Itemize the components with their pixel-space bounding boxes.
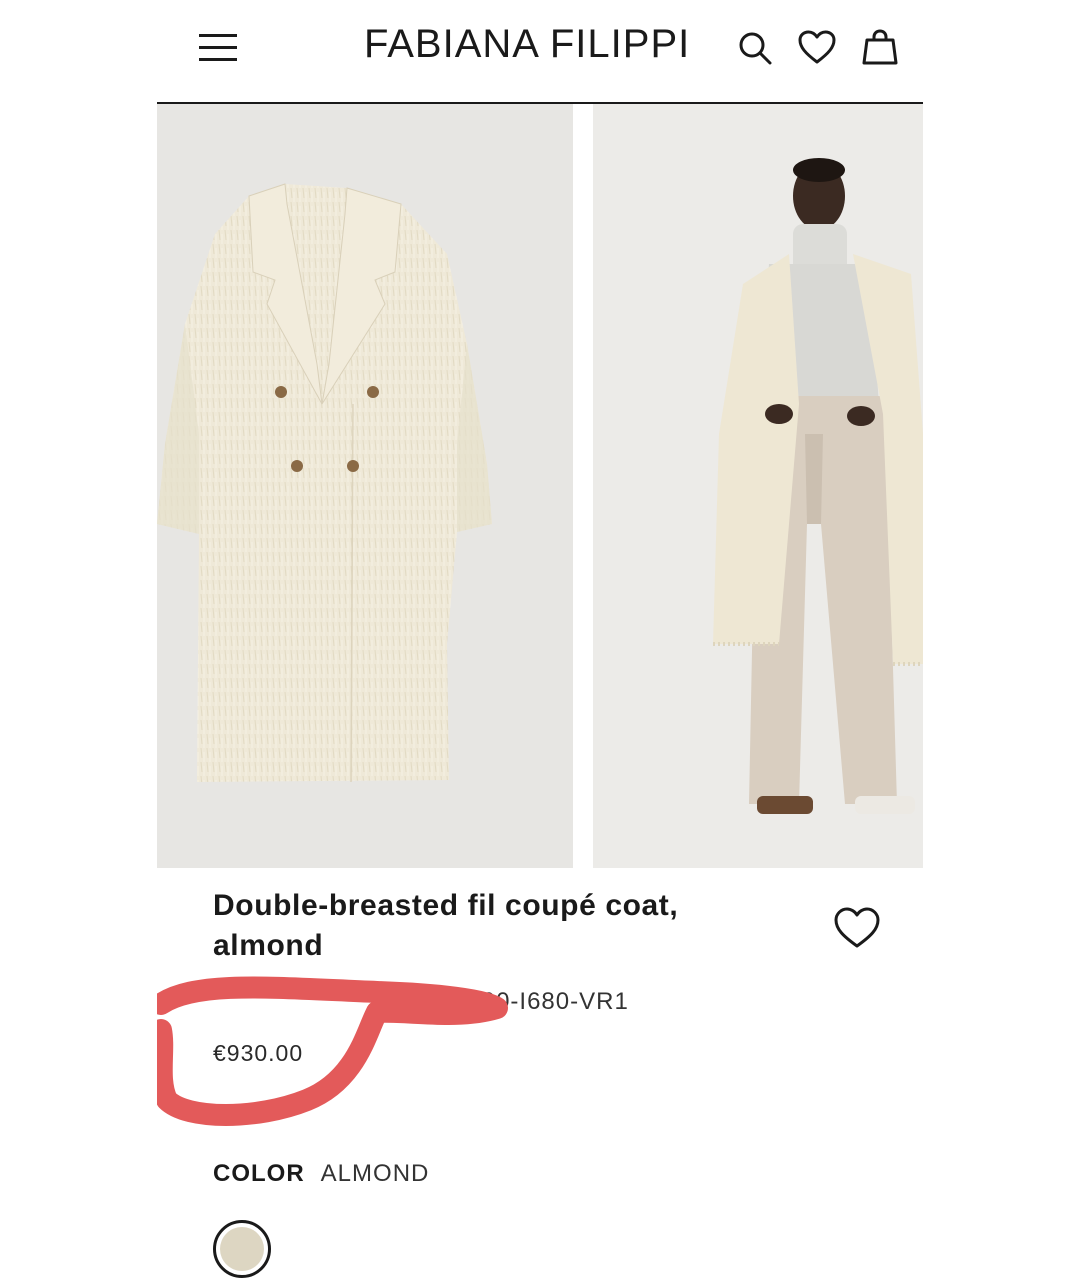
product-page: FABIANA FILIPPI Double-breasted fil coup… bbox=[157, 0, 923, 1280]
wishlist-button[interactable] bbox=[797, 28, 837, 68]
product-title: Double-breasted fil coupé coat, almond bbox=[213, 889, 679, 962]
search-icon bbox=[739, 32, 772, 65]
menu-icon bbox=[199, 34, 237, 61]
add-to-wishlist-button[interactable] bbox=[833, 906, 881, 950]
color-swatch-almond[interactable] bbox=[213, 1220, 271, 1278]
cart-button[interactable] bbox=[860, 28, 900, 68]
color-row: COLOR ALMOND bbox=[213, 1160, 429, 1188]
search-button[interactable] bbox=[735, 28, 775, 68]
shopping-bag-icon bbox=[862, 29, 898, 65]
product-image-flat[interactable] bbox=[157, 104, 573, 868]
heart-icon bbox=[834, 907, 880, 948]
product-price: €930.00 bbox=[213, 1040, 304, 1066]
swatch-fill bbox=[220, 1227, 264, 1271]
product-sku: 726-0000-I680-VR1 bbox=[401, 988, 629, 1015]
heart-icon bbox=[798, 30, 836, 64]
color-value: ALMOND bbox=[320, 1160, 430, 1187]
menu-button[interactable] bbox=[197, 30, 241, 64]
model-wearing-coat-illustration bbox=[713, 158, 923, 814]
brand-logo[interactable]: FABIANA FILIPPI bbox=[364, 22, 690, 67]
product-gallery[interactable] bbox=[157, 104, 923, 868]
site-header: FABIANA FILIPPI bbox=[157, 0, 923, 104]
color-label: COLOR bbox=[213, 1160, 305, 1187]
coat-flatlay-illustration bbox=[157, 183, 492, 783]
product-image-model[interactable] bbox=[593, 104, 923, 868]
